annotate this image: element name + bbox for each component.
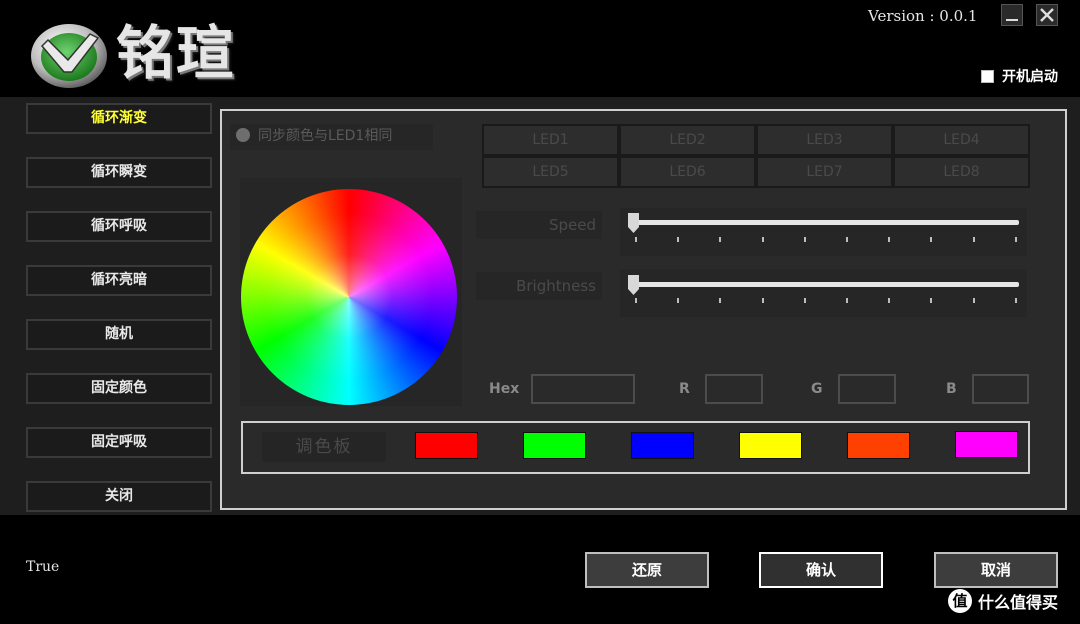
slider-tick <box>888 237 891 242</box>
brightness-slider-area <box>620 269 1027 317</box>
mode-random-button[interactable]: 随机 <box>26 319 212 350</box>
mode-cycle-brightness-button[interactable]: 循环亮暗 <box>26 265 212 296</box>
slider-tick <box>846 237 848 242</box>
speed-slider-track[interactable] <box>632 220 1019 225</box>
startup-checkbox[interactable] <box>981 69 994 83</box>
slider-tick <box>972 298 975 303</box>
mode-fixed-color-button[interactable]: 固定颜色 <box>26 373 212 404</box>
restore-button[interactable]: 还原 <box>585 552 709 588</box>
watermark: 值 什么值得买 <box>948 588 1058 614</box>
r-label: R <box>679 381 690 397</box>
led1-button[interactable]: LED1 <box>482 124 619 156</box>
palette-swatch-magenta[interactable] <box>955 431 1018 458</box>
led3-button[interactable]: LED3 <box>756 124 893 156</box>
color-wheel[interactable] <box>241 189 457 405</box>
slider-tick <box>719 298 722 303</box>
slider-tick <box>846 298 848 303</box>
palette-swatch-green[interactable] <box>523 432 586 459</box>
sync-radio[interactable] <box>236 128 250 142</box>
slider-tick <box>930 237 933 242</box>
brightness-slider-track[interactable] <box>632 282 1019 287</box>
mode-cycle-breath-button[interactable]: 循环呼吸 <box>26 211 212 242</box>
watermark-icon: 值 <box>948 589 972 613</box>
slider-tick <box>677 237 680 242</box>
slider-tick <box>803 298 806 303</box>
g-label: G <box>811 381 823 397</box>
mode-cycle-instant-button[interactable]: 循环瞬变 <box>26 157 212 188</box>
r-input[interactable] <box>705 374 763 404</box>
minimize-button[interactable] <box>1001 4 1023 26</box>
slider-tick <box>972 237 975 242</box>
led8-button[interactable]: LED8 <box>893 156 1030 188</box>
slider-tick <box>719 237 722 242</box>
slider-tick <box>677 298 680 303</box>
b-label: B <box>946 381 957 397</box>
led6-button[interactable]: LED6 <box>619 156 756 188</box>
slider-tick <box>635 237 637 242</box>
speed-slider-area <box>620 208 1027 256</box>
slider-tick <box>1014 237 1017 242</box>
led5-button[interactable]: LED5 <box>482 156 619 188</box>
g-input[interactable] <box>838 374 896 404</box>
confirm-button[interactable]: 确认 <box>759 552 883 588</box>
palette-label: 调色板 <box>262 432 386 462</box>
slider-tick <box>888 298 891 303</box>
led4-button[interactable]: LED4 <box>893 124 1030 156</box>
version-label: Version : 0.0.1 <box>868 7 978 25</box>
palette-swatch-red[interactable] <box>415 432 478 459</box>
minimize-icon <box>1006 19 1018 21</box>
close-icon <box>1040 8 1054 22</box>
palette-swatch-yellow[interactable] <box>739 432 802 459</box>
status-text: True <box>26 559 60 575</box>
close-button[interactable] <box>1036 4 1058 26</box>
slider-tick <box>761 298 764 303</box>
logo-icon <box>31 24 107 88</box>
mode-cycle-gradient-button[interactable]: 循环渐变 <box>26 103 212 134</box>
startup-label: 开机启动 <box>1002 69 1058 85</box>
hex-input[interactable] <box>531 374 635 404</box>
watermark-text: 什么值得买 <box>978 593 1059 612</box>
palette-swatch-orange[interactable] <box>847 432 910 459</box>
b-input[interactable] <box>972 374 1029 404</box>
slider-tick <box>803 237 806 242</box>
brightness-label: Brightness <box>476 272 602 300</box>
palette-swatch-blue[interactable] <box>631 432 694 459</box>
brand-name: 铭瑄 <box>116 19 237 87</box>
slider-tick <box>1014 298 1017 303</box>
mode-off-button[interactable]: 关闭 <box>26 481 212 512</box>
mode-fixed-breath-button[interactable]: 固定呼吸 <box>26 427 212 458</box>
slider-tick <box>761 237 764 242</box>
led2-button[interactable]: LED2 <box>619 124 756 156</box>
led7-button[interactable]: LED7 <box>756 156 893 188</box>
hex-label: Hex <box>489 381 520 397</box>
slider-tick <box>930 298 933 303</box>
startup-option[interactable]: 开机启动 <box>981 66 1058 86</box>
sync-label: 同步颜色与LED1相同 <box>258 128 393 144</box>
speed-label: Speed <box>476 211 602 239</box>
slider-tick <box>635 298 637 303</box>
cancel-button[interactable]: 取消 <box>934 552 1058 588</box>
